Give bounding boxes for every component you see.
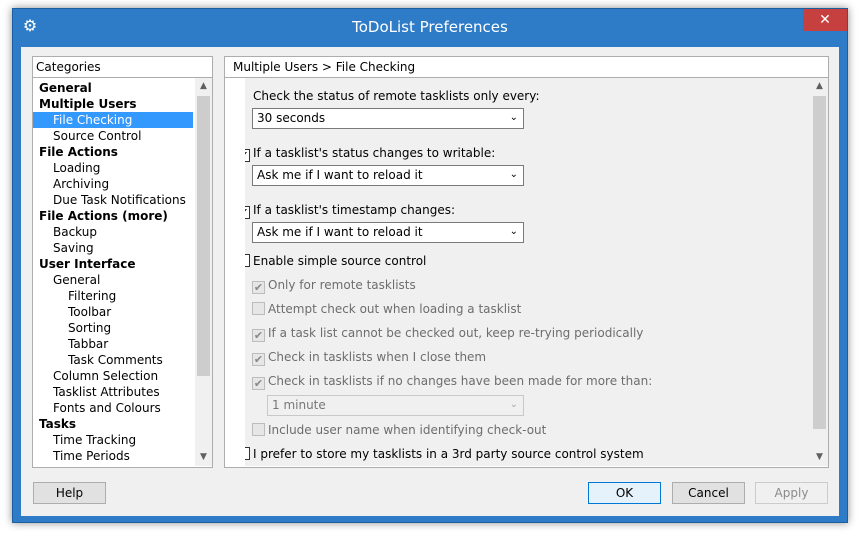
category-item[interactable]: Tasklist Attributes [33, 384, 160, 400]
category-item[interactable]: Filtering [33, 288, 116, 304]
category-item[interactable]: Tabbar [33, 336, 108, 352]
category-item[interactable]: Archiving [33, 176, 109, 192]
checkin-on-close-checkbox[interactable]: ✔ Check in tasklists when I close them [252, 350, 486, 366]
third-party-checkbox[interactable]: I prefer to store my tasklists in a 3rd … [245, 447, 644, 463]
category-item[interactable]: File Actions (more) [33, 208, 168, 224]
category-item[interactable]: Backup [33, 224, 97, 240]
apply-button[interactable]: Apply [755, 482, 828, 504]
chevron-down-icon: ⌄ [509, 169, 518, 180]
source-control-checkbox[interactable]: Enable simple source control [245, 254, 426, 270]
checkbox-mark: ✔ [245, 149, 250, 162]
category-item[interactable]: Toolbar [33, 304, 111, 320]
timestamp-label: If a tasklist's timestamp changes: [253, 203, 455, 217]
check-interval-value: 30 seconds [257, 111, 326, 125]
categories-header: Categories [32, 56, 213, 78]
scroll-thumb[interactable] [813, 96, 826, 429]
page-area: Check the status of remote tasklists onl… [224, 78, 829, 468]
category-item[interactable]: General [33, 80, 92, 96]
category-item[interactable]: Saving [33, 240, 94, 256]
category-item[interactable]: File Checking [33, 112, 193, 128]
categories-tree[interactable]: General Multiple Users File Checking Source… [32, 78, 213, 468]
category-item[interactable]: Sorting [33, 320, 111, 336]
include-user-label: Include user name when identifying check… [268, 423, 547, 437]
sub-option-label: Only for remote tasklists [268, 278, 416, 292]
category-item[interactable]: Tasks [33, 416, 76, 432]
scroll-up-icon[interactable]: ▲ [195, 78, 212, 95]
dialog-client: Categories General Multiple Users File Che… [21, 47, 839, 516]
category-item[interactable]: User Interface [33, 256, 136, 272]
chevron-down-icon: ⌄ [509, 226, 518, 237]
keep-retrying-checkbox[interactable]: ✔ If a task list cannot be checked out, k… [252, 326, 643, 342]
timestamp-action-select[interactable]: Ask me if I want to reload it ⌄ [252, 222, 524, 243]
include-username-checkbox[interactable]: Include user name when identifying check… [252, 423, 546, 439]
checkbox-mark [252, 423, 265, 436]
checkin-interval-select[interactable]: 1 minute ⌄ [267, 395, 524, 416]
checkbox-mark [252, 302, 265, 315]
category-item[interactable]: Column Selection [33, 368, 158, 384]
only-remote-checkbox[interactable]: ✔ Only for remote tasklists [252, 278, 416, 294]
category-item[interactable]: General [33, 272, 100, 288]
category-item[interactable]: Time Tracking [33, 432, 136, 448]
sub-option-label: Check in tasklists when I close them [268, 350, 487, 364]
ok-button[interactable]: OK [588, 482, 661, 504]
page-breadcrumb: Multiple Users > File Checking [224, 56, 829, 78]
writable-label: If a tasklist's status changes to writab… [253, 146, 496, 160]
attempt-checkout-checkbox[interactable]: Attempt check out when loading a tasklis… [252, 302, 521, 318]
chevron-down-icon: ⌄ [509, 399, 518, 410]
window-title: ToDoList Preferences [352, 18, 508, 36]
chevron-down-icon: ⌄ [509, 112, 518, 123]
source-control-label: Enable simple source control [253, 254, 427, 268]
category-item[interactable]: Multiple Users [33, 96, 137, 112]
sub-option-label: Attempt check out when loading a tasklis… [268, 302, 522, 316]
category-item[interactable]: Task Comments [33, 352, 163, 368]
timestamp-checkbox[interactable]: ✔If a tasklist's timestamp changes: [245, 203, 455, 219]
preferences-window: ⚙ ToDoList Preferences ✕ Categories Gene… [12, 8, 848, 523]
checkbox-mark: ✔ [252, 353, 265, 366]
timestamp-action-value: Ask me if I want to reload it [257, 225, 423, 239]
page-scrollbar[interactable]: ▲ ▼ [811, 78, 828, 466]
checkin-idle-checkbox[interactable]: ✔ Check in tasklists if no changes have b… [252, 374, 652, 390]
writable-action-select[interactable]: Ask me if I want to reload it ⌄ [252, 165, 524, 186]
categories-scrollbar[interactable]: ▲ ▼ [195, 78, 212, 466]
file-checking-page: Check the status of remote tasklists onl… [245, 78, 813, 466]
checkbox-mark: ✔ [252, 377, 265, 390]
writable-action-value: Ask me if I want to reload it [257, 168, 423, 182]
checkbox-mark [245, 447, 250, 460]
category-item[interactable]: Due Task Notifications [33, 192, 186, 208]
category-item[interactable]: Loading [33, 160, 100, 176]
check-interval-label: Check the status of remote tasklists onl… [253, 89, 540, 103]
third-party-label: I prefer to store my tasklists in a 3rd … [253, 447, 644, 461]
check-interval-select[interactable]: 30 seconds ⌄ [252, 108, 524, 129]
category-item[interactable]: Time Periods [33, 448, 130, 464]
help-button[interactable]: Help [33, 482, 106, 504]
category-item[interactable]: File Actions [33, 144, 118, 160]
checkbox-mark: ✔ [252, 329, 265, 342]
sub-option-label: If a task list cannot be checked out, ke… [268, 326, 644, 340]
category-item[interactable]: Fonts and Colours [33, 400, 161, 416]
close-icon: ✕ [819, 12, 831, 28]
scroll-down-icon[interactable]: ▼ [811, 449, 828, 466]
category-item[interactable]: Source Control [33, 128, 141, 144]
checkbox-mark [245, 254, 250, 267]
title-bar[interactable]: ⚙ ToDoList Preferences ✕ [13, 9, 847, 47]
close-button[interactable]: ✕ [803, 9, 847, 31]
checkbox-mark: ✔ [245, 206, 250, 219]
scroll-up-icon[interactable]: ▲ [811, 78, 828, 95]
writable-checkbox[interactable]: ✔If a tasklist's status changes to writa… [245, 146, 495, 162]
scroll-thumb[interactable] [197, 96, 210, 376]
sub-option-label: Check in tasklists if no changes have be… [268, 374, 653, 388]
scroll-down-icon[interactable]: ▼ [195, 449, 212, 466]
checkbox-mark: ✔ [252, 281, 265, 294]
cancel-button[interactable]: Cancel [672, 482, 745, 504]
checkin-interval-value: 1 minute [272, 398, 326, 412]
